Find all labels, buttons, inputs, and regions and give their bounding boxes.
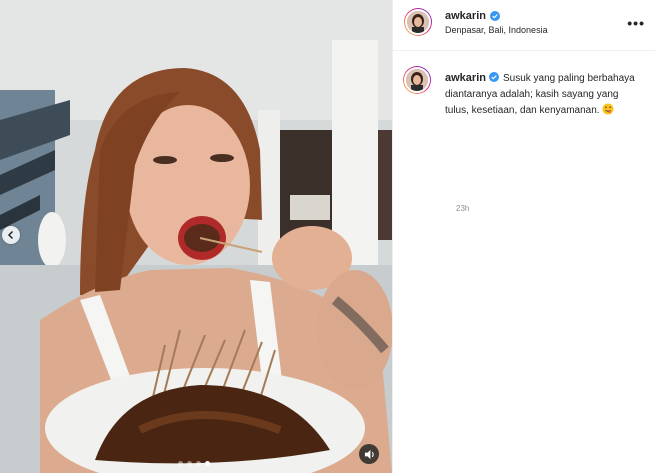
post-photo	[0, 0, 392, 473]
carousel-indicator	[178, 461, 210, 466]
carousel-dot	[196, 461, 201, 466]
avatar[interactable]	[404, 8, 432, 36]
verified-badge-icon	[489, 11, 500, 21]
post-details-panel: awkarin Denpasar, Bali, Indonesia ••• aw…	[392, 0, 655, 473]
verified-badge-icon	[488, 72, 499, 82]
post-timestamp[interactable]: 23h	[456, 204, 469, 213]
face-savoring-food-icon	[602, 103, 614, 115]
caption-username-link[interactable]: awkarin	[445, 72, 486, 84]
audio-toggle-button[interactable]	[359, 444, 379, 464]
post-header: awkarin Denpasar, Bali, Indonesia •••	[393, 0, 655, 51]
chevron-left-icon	[7, 230, 14, 240]
speaker-icon	[364, 449, 374, 459]
username-link[interactable]: awkarin	[445, 10, 486, 22]
instagram-post-modal: awkarin Denpasar, Bali, Indonesia ••• aw…	[0, 0, 655, 473]
carousel-dot	[178, 461, 183, 466]
more-options-icon[interactable]: •••	[627, 15, 645, 31]
caption-body: awkarin Susuk yang paling berbahaya diant…	[445, 70, 645, 119]
location-link[interactable]: Denpasar, Bali, Indonesia	[445, 25, 548, 35]
carousel-dot-active	[205, 461, 210, 466]
carousel-prev-button[interactable]	[2, 226, 20, 244]
avatar[interactable]	[403, 66, 431, 94]
post-media[interactable]	[0, 0, 392, 473]
carousel-dot	[187, 461, 192, 466]
profile-picture	[407, 11, 429, 33]
profile-picture	[406, 69, 428, 91]
